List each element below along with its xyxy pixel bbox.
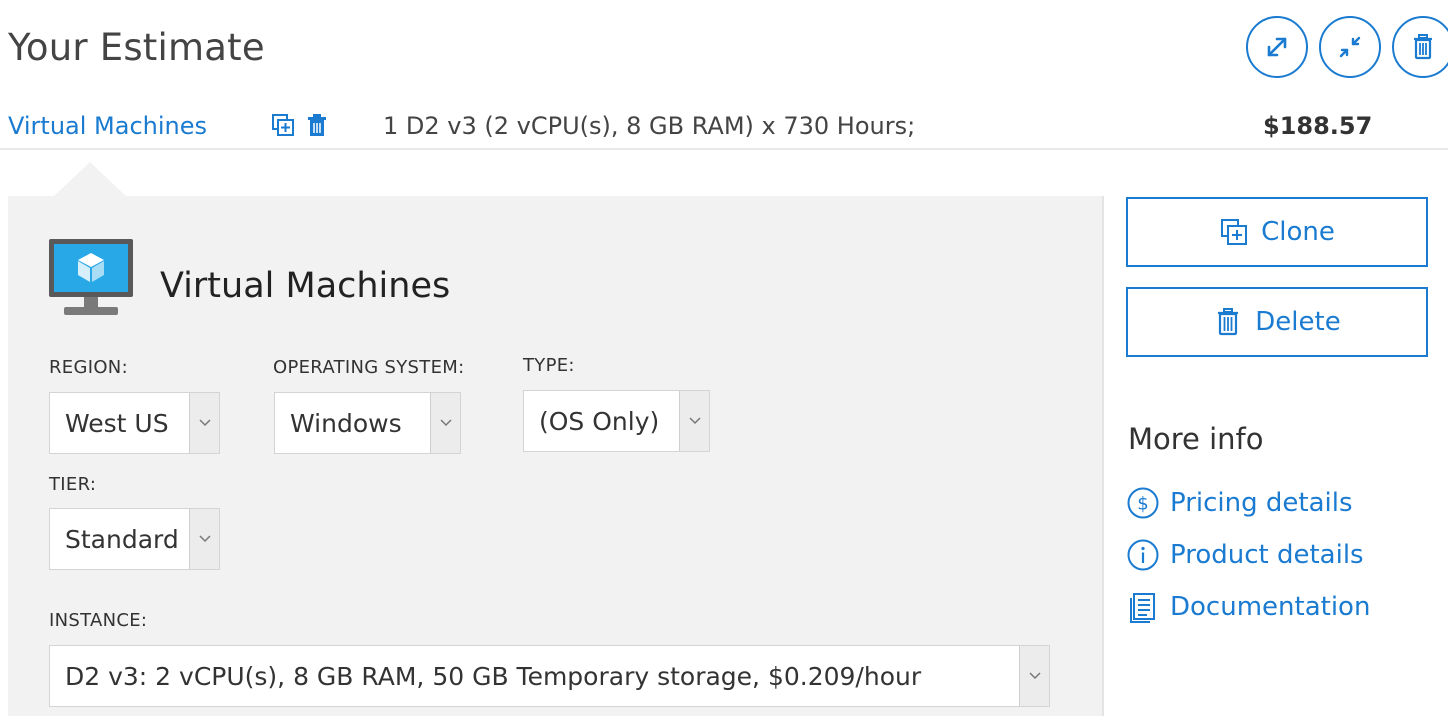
chevron-down-icon [679,391,709,451]
operating-system-label: OPERATING SYSTEM: [273,357,465,378]
region-label: REGION: [49,357,128,378]
document-icon [1130,593,1155,623]
virtual-machine-icon [49,239,133,315]
delete-all-button[interactable] [1392,16,1448,78]
tier-select[interactable]: Standard [49,508,220,570]
estimate-row: Virtual Machines 1 D2 v3 (2 vCPU(s), 8 G… [0,100,1448,150]
panel-title: Virtual Machines [160,266,451,306]
panel-pointer [52,162,128,198]
documentation-label: Documentation [1170,592,1371,622]
estimate-price: $188.57 [1263,112,1373,140]
region-select[interactable]: West US [49,392,220,454]
expand-all-button[interactable] [1246,16,1308,78]
delete-button-label: Delete [1255,307,1341,337]
clone-button-label: Clone [1261,217,1335,247]
product-details-label: Product details [1170,540,1364,570]
collapse-icon [1339,36,1361,58]
instance-label: INSTANCE: [49,610,148,631]
panel-divider [1102,196,1104,716]
estimate-description: 1 D2 v3 (2 vCPU(s), 8 GB RAM) x 730 Hour… [383,112,916,140]
region-value: West US [65,409,169,438]
type-label: TYPE: [523,355,575,376]
chevron-down-icon [189,509,219,569]
operating-system-select[interactable]: Windows [274,392,461,454]
service-name-link[interactable]: Virtual Machines [8,112,207,140]
collapse-all-button[interactable] [1319,16,1381,78]
trash-icon [1414,34,1432,60]
info-circle-icon [1127,539,1159,571]
type-value: (OS Only) [539,407,660,436]
clone-icon [1221,219,1248,245]
delete-button[interactable]: Delete [1126,287,1428,357]
pricing-details-link[interactable]: $ Pricing details [1126,486,1353,520]
pricing-details-label: Pricing details [1170,488,1353,518]
chevron-down-icon [1019,646,1049,706]
trash-icon[interactable] [304,112,330,138]
instance-select[interactable]: D2 v3: 2 vCPU(s), 8 GB RAM, 50 GB Tempor… [49,645,1050,707]
page-title: Your Estimate [8,26,265,69]
more-info-heading: More info [1128,422,1264,456]
tier-label: TIER: [49,474,97,495]
dollar-circle-icon: $ [1127,487,1159,519]
chevron-down-icon [189,393,219,453]
trash-icon [1218,308,1239,336]
chevron-down-icon [430,393,460,453]
instance-value: D2 v3: 2 vCPU(s), 8 GB RAM, 50 GB Tempor… [65,662,922,691]
tier-value: Standard [65,525,179,554]
type-select[interactable]: (OS Only) [523,390,710,452]
documentation-link[interactable]: Documentation [1126,590,1370,624]
svg-text:$: $ [1137,494,1148,515]
product-details-link[interactable]: Product details [1126,538,1364,572]
clone-button[interactable]: Clone [1126,197,1428,267]
clone-icon[interactable] [270,112,296,138]
operating-system-value: Windows [290,409,402,438]
expand-icon [1267,37,1287,57]
